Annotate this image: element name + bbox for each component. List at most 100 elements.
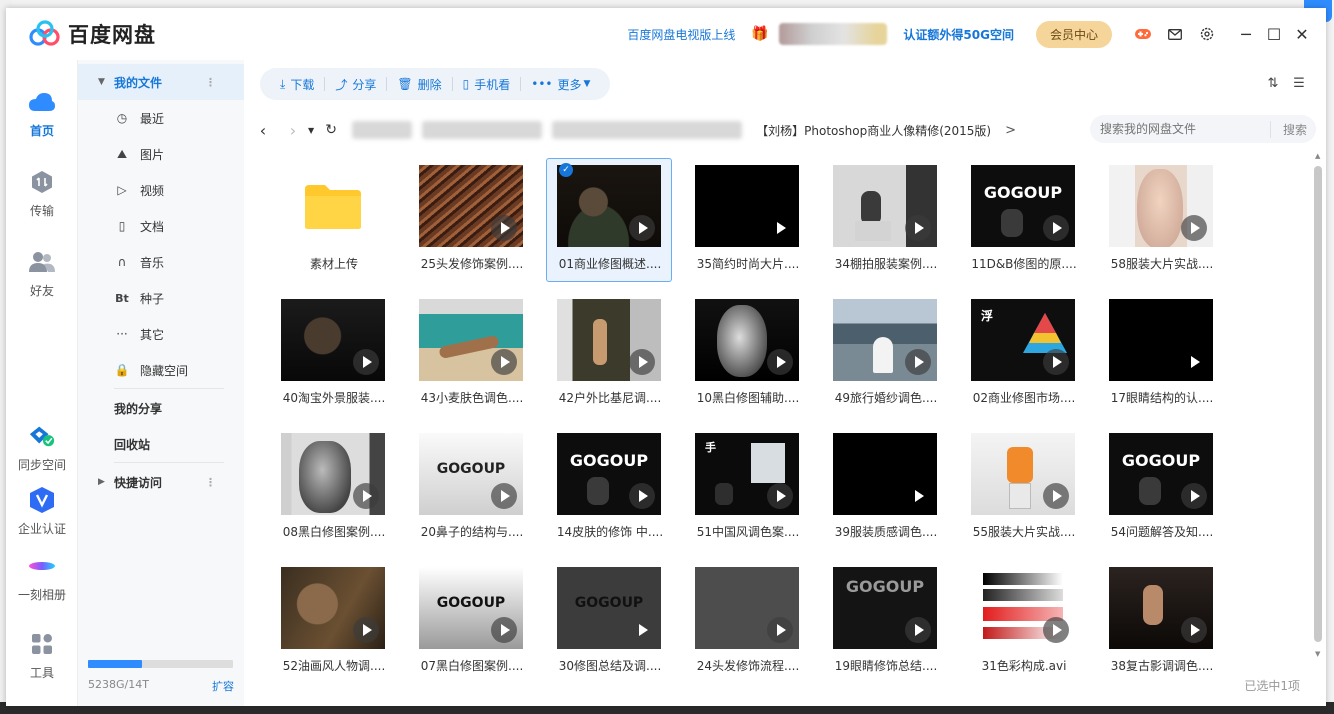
sidebar-item[interactable]: Bt 种子 [78,280,244,316]
more-vertical-icon[interactable]: ⋮ [205,476,216,489]
sidebar-item[interactable]: ▯ 文档 [78,208,244,244]
video-file-item[interactable]: 38复古影调调色.... [1098,560,1224,684]
play-icon[interactable] [353,617,379,643]
play-icon[interactable] [629,215,655,241]
refresh-icon[interactable]: ↻ [320,122,342,138]
play-icon[interactable] [629,349,655,375]
video-file-item[interactable]: 52油画风人物调.... [270,560,396,684]
settings-icon[interactable] [1198,25,1216,43]
breadcrumb-blurred[interactable] [422,121,543,139]
play-icon[interactable] [629,483,655,509]
delete-button[interactable]: 🗑 删除 [387,76,451,93]
play-icon[interactable] [905,617,931,643]
video-file-item[interactable]: GOGOUP 11D&B修图的原.... [960,158,1086,282]
scroll-down-icon[interactable]: ▼ [1315,650,1320,658]
user-account-blurred[interactable] [779,23,888,45]
video-file-item[interactable]: GOGOUP 14皮肤的修饰 中.... [546,426,672,550]
mail-icon[interactable] [1166,25,1184,43]
video-file-item[interactable]: GOGOUP 30修图总结及调.... [546,560,672,684]
video-file-item[interactable]: GOGOUP 19眼睛修饰总结.... [822,560,948,684]
video-file-item[interactable]: 39服装质感调色.... [822,426,948,550]
history-dropdown-icon[interactable]: ▼ [308,126,314,135]
sidebar-quick-access[interactable]: ▶ 快捷访问 ⋮ [78,464,244,500]
video-file-item[interactable]: 25头发修饰案例.... [408,158,534,282]
back-icon[interactable]: ‹ [252,121,274,140]
video-file-item[interactable]: 10黑白修图辅助.... [684,292,810,416]
play-icon[interactable] [767,215,793,241]
expand-storage-link[interactable]: 扩容 [212,678,234,694]
vip-center-button[interactable]: 会员中心 [1035,20,1112,48]
play-icon[interactable] [491,483,517,509]
nav-sync[interactable]: 同步空间 [6,422,78,473]
sidebar-item[interactable]: ▷ 视频 [78,172,244,208]
play-icon[interactable] [1181,349,1207,375]
play-icon[interactable] [1043,617,1069,643]
play-icon[interactable] [491,617,517,643]
play-icon[interactable] [905,349,931,375]
video-file-item[interactable]: 42户外比基尼调.... [546,292,672,416]
play-icon[interactable] [905,215,931,241]
game-icon[interactable] [1134,25,1152,43]
video-file-item[interactable]: 31色彩构成.avi [960,560,1086,684]
play-icon[interactable] [1181,483,1207,509]
sidebar-item[interactable]: ∩ 音乐 [78,244,244,280]
forward-icon[interactable]: › [282,121,304,140]
search-button[interactable]: 搜索 [1270,120,1307,138]
video-file-item[interactable]: GOGOUP 20鼻子的结构与.... [408,426,534,550]
close-icon[interactable]: ✕ [1290,22,1314,46]
sidebar-item[interactable]: ◷ 最近 [78,100,244,136]
video-file-item[interactable]: 24头发修饰流程.... [684,560,810,684]
expand-arrow-icon[interactable]: ▶ [98,477,105,487]
play-icon[interactable] [353,349,379,375]
video-file-item[interactable]: 浮 02商业修图市场.... [960,292,1086,416]
play-icon[interactable] [767,483,793,509]
video-file-item[interactable]: 40淘宝外景服装.... [270,292,396,416]
list-view-icon[interactable]: ☰ [1290,74,1308,92]
folder-item[interactable]: 素材上传 [270,158,396,282]
more-dropdown[interactable]: ••• 更多 ▼ [521,76,600,93]
play-icon[interactable] [1181,617,1207,643]
search-input[interactable] [1100,122,1270,136]
collapse-arrow-icon[interactable]: ▼ [98,77,105,87]
video-file-item[interactable]: 17眼睛结构的认.... [1098,292,1224,416]
sidebar-item[interactable]: ··· 其它 [78,316,244,352]
play-icon[interactable] [491,349,517,375]
video-file-item[interactable]: 49旅行婚纱调色.... [822,292,948,416]
sidebar-item[interactable]: ⛰ 图片 [78,136,244,172]
nav-transfer[interactable]: 传输 [6,168,78,219]
play-icon[interactable] [1043,349,1069,375]
video-file-item[interactable]: 34棚拍服装案例.... [822,158,948,282]
nav-tools[interactable]: 工具 [6,630,78,681]
video-file-item[interactable]: 43小麦肤色调色.... [408,292,534,416]
sort-icon[interactable]: ⇅ [1264,74,1282,92]
maximize-icon[interactable]: ☐ [1262,22,1286,46]
share-button[interactable]: ⤴ 分享 [325,76,386,93]
minimize-icon[interactable]: ─ [1234,22,1258,46]
nav-friends[interactable]: 好友 [6,248,78,299]
nav-enterprise[interactable]: 企业认证 [6,486,78,537]
phone-view-button[interactable]: ▯ 手机看 [453,76,521,93]
download-button[interactable]: ⤓ 下载 [270,76,324,93]
scrollbar[interactable]: ▲ ▼ [1314,152,1322,658]
video-file-item[interactable]: 55服装大片实战.... [960,426,1086,550]
breadcrumb-blurred[interactable] [352,121,413,139]
play-icon[interactable] [629,617,655,643]
play-icon[interactable] [767,349,793,375]
play-icon[interactable] [1043,483,1069,509]
video-file-item[interactable]: GOGOUP 07黑白修图案例.... [408,560,534,684]
video-file-item[interactable]: 08黑白修图案例.... [270,426,396,550]
nav-album[interactable]: 一刻相册 [6,552,78,603]
sidebar-my-files[interactable]: ▼ 我的文件 ⋮ [78,64,244,100]
auth-extra-space-link[interactable]: 认证额外得50G空间 [903,26,1014,43]
checkbox-checked-icon[interactable]: ✓ [559,163,573,177]
video-file-item[interactable]: 35简约时尚大片.... [684,158,810,282]
more-vertical-icon[interactable]: ⋮ [205,76,216,89]
gift-icon[interactable]: 🎁 [751,26,768,42]
video-file-item[interactable]: 手 51中国风调色案.... [684,426,810,550]
scroll-thumb[interactable] [1314,166,1322,642]
play-icon[interactable] [1181,215,1207,241]
play-icon[interactable] [491,215,517,241]
nav-home[interactable]: 首页 [6,88,78,139]
play-icon[interactable] [353,483,379,509]
video-file-item[interactable]: GOGOUP 54问题解答及知.... [1098,426,1224,550]
